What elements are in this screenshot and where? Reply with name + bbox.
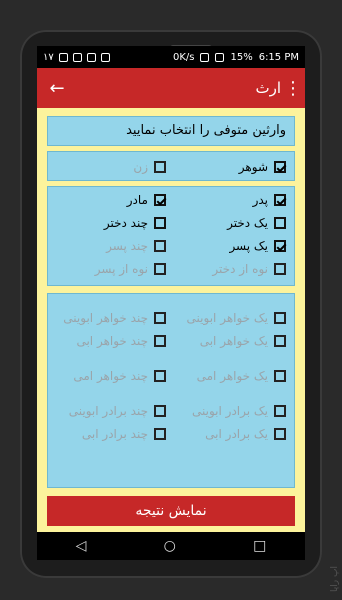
option-several-sons[interactable]: چند پسر bbox=[106, 239, 166, 253]
label-several-daughters: چند دختر bbox=[103, 216, 148, 230]
option-several-full-brothers[interactable]: چند برادر ابوینی bbox=[69, 404, 166, 418]
option-husband[interactable]: شوهر bbox=[239, 160, 286, 174]
camera-icon bbox=[86, 52, 96, 62]
option-one-paternal-sister[interactable]: یک خواهر ابی bbox=[200, 334, 286, 348]
option-one-son[interactable]: یک پسر bbox=[229, 239, 286, 253]
checkbox-one-paternal-sister[interactable] bbox=[274, 335, 286, 347]
checkbox-one-full-sister[interactable] bbox=[274, 312, 286, 324]
label-several-sons: چند پسر bbox=[106, 239, 148, 253]
siblings-panel: یک خواهر ابوینی یک خواهر ابی یک خواهر ام… bbox=[47, 293, 295, 488]
option-grandchild-son[interactable]: نوه از پسر bbox=[95, 262, 166, 276]
option-wife[interactable]: زن bbox=[133, 160, 166, 174]
option-grandchild-daughter[interactable]: نوه از دختر bbox=[212, 262, 286, 276]
option-mother[interactable]: مادر bbox=[127, 193, 166, 207]
label-one-full-brother: یک برادر ابوینی bbox=[192, 404, 268, 418]
label-several-paternal-brothers: چند برادر ابی bbox=[81, 427, 148, 441]
label-several-full-brothers: چند برادر ابوینی bbox=[68, 404, 148, 418]
option-one-full-brother[interactable]: یک برادر ابوینی bbox=[192, 404, 286, 418]
option-one-maternal-sister[interactable]: یک خواهر امی bbox=[197, 369, 286, 383]
checkbox-husband[interactable] bbox=[274, 161, 286, 173]
option-several-maternal-sisters[interactable]: چند خواهر امی bbox=[73, 369, 166, 383]
label-mother: مادر bbox=[126, 193, 148, 207]
label-one-paternal-brother: یک برادر ابی bbox=[205, 427, 268, 441]
checkbox-one-maternal-sister[interactable] bbox=[274, 370, 286, 382]
network-speed: 0K/s bbox=[172, 51, 195, 63]
label-father: پدر bbox=[252, 193, 268, 207]
checkbox-several-maternal-sisters[interactable] bbox=[154, 370, 166, 382]
checkbox-several-daughters[interactable] bbox=[154, 217, 166, 229]
checkbox-one-full-brother[interactable] bbox=[274, 405, 286, 417]
label-one-son: یک پسر bbox=[229, 239, 268, 253]
notification-icon bbox=[58, 52, 68, 62]
label-one-daughter: یک دختر bbox=[227, 216, 268, 230]
wifi-icon bbox=[200, 52, 210, 62]
battery-level: 15% bbox=[230, 51, 253, 63]
checkbox-several-full-brothers[interactable] bbox=[154, 405, 166, 417]
label-wife: زن bbox=[133, 160, 148, 174]
content-area: وارثین متوفی را انتخاب نمایید شوهر زن پد… bbox=[37, 108, 305, 532]
checkbox-several-sons[interactable] bbox=[154, 240, 166, 252]
option-father[interactable]: پدر bbox=[253, 193, 286, 207]
option-several-daughters[interactable]: چند دختر bbox=[104, 216, 166, 230]
prompt-text: وارثین متوفی را انتخاب نمایید bbox=[126, 123, 286, 138]
label-one-maternal-sister: یک خواهر امی bbox=[196, 369, 268, 383]
checkbox-one-daughter[interactable] bbox=[274, 217, 286, 229]
checkbox-one-son[interactable] bbox=[274, 240, 286, 252]
checkbox-several-full-sisters[interactable] bbox=[154, 312, 166, 324]
show-result-button[interactable]: نمایش نتیجه bbox=[47, 496, 295, 526]
status-bar: ۱۷ 0K/s 15% 6:15 PM bbox=[37, 46, 305, 68]
label-several-full-sisters: چند خواهر ابوینی bbox=[63, 311, 148, 325]
spouse-panel: شوهر زن bbox=[47, 151, 295, 181]
watermark-logo: اپ راپا bbox=[330, 566, 340, 592]
app-screen: ۱۷ 0K/s 15% 6:15 PM ← ارث ⋮ وارثین متوفی… bbox=[37, 46, 305, 532]
recent-apps-icon[interactable]: □ bbox=[253, 538, 266, 554]
checkbox-one-paternal-brother[interactable] bbox=[274, 428, 286, 440]
option-several-paternal-brothers[interactable]: چند برادر ابی bbox=[82, 427, 166, 441]
option-one-paternal-brother[interactable]: یک برادر ابی bbox=[205, 427, 286, 441]
label-one-full-sister: یک خواهر ابوینی bbox=[186, 311, 268, 325]
nav-bar: ◁ ○ □ bbox=[37, 532, 305, 560]
checkbox-several-paternal-sisters[interactable] bbox=[154, 335, 166, 347]
status-text-left: ۱۷ bbox=[43, 51, 54, 63]
option-one-full-sister[interactable]: یک خواهر ابوینی bbox=[187, 311, 286, 325]
label-several-maternal-sisters: چند خواهر امی bbox=[73, 369, 148, 383]
arrow-left-icon[interactable]: ← bbox=[37, 78, 77, 99]
app-title: ارث bbox=[255, 79, 281, 97]
option-one-daughter[interactable]: یک دختر bbox=[227, 216, 286, 230]
label-one-paternal-sister: یک خواهر ابی bbox=[199, 334, 268, 348]
option-several-full-sisters[interactable]: چند خواهر ابوینی bbox=[63, 311, 166, 325]
app-bar: ← ارث ⋮ bbox=[37, 68, 305, 108]
more-vert-icon[interactable]: ⋮ bbox=[281, 78, 305, 99]
family-panel: پدر یک دختر یک پسر نوه از دختر مادر چند … bbox=[47, 186, 295, 286]
option-several-paternal-sisters[interactable]: چند خواهر ابی bbox=[76, 334, 166, 348]
checkbox-several-paternal-brothers[interactable] bbox=[154, 428, 166, 440]
checkbox-wife[interactable] bbox=[154, 161, 166, 173]
back-nav-icon[interactable]: ◁ bbox=[76, 538, 87, 554]
clock: 6:15 PM bbox=[258, 51, 299, 63]
checkbox-mother[interactable] bbox=[154, 194, 166, 206]
label-grandchild-son: نوه از پسر bbox=[94, 262, 148, 276]
prompt-panel: وارثین متوفی را انتخاب نمایید bbox=[47, 116, 295, 146]
signal-icon bbox=[215, 52, 225, 62]
label-grandchild-daughter: نوه از دختر bbox=[212, 262, 268, 276]
checkbox-grandchild-son[interactable] bbox=[154, 263, 166, 275]
checkbox-father[interactable] bbox=[274, 194, 286, 206]
label-several-paternal-sisters: چند خواهر ابی bbox=[76, 334, 148, 348]
home-nav-icon[interactable]: ○ bbox=[164, 538, 176, 554]
label-husband: شوهر bbox=[238, 160, 268, 174]
telegram-icon bbox=[100, 52, 110, 62]
image-icon bbox=[72, 52, 82, 62]
checkbox-grandchild-daughter[interactable] bbox=[274, 263, 286, 275]
